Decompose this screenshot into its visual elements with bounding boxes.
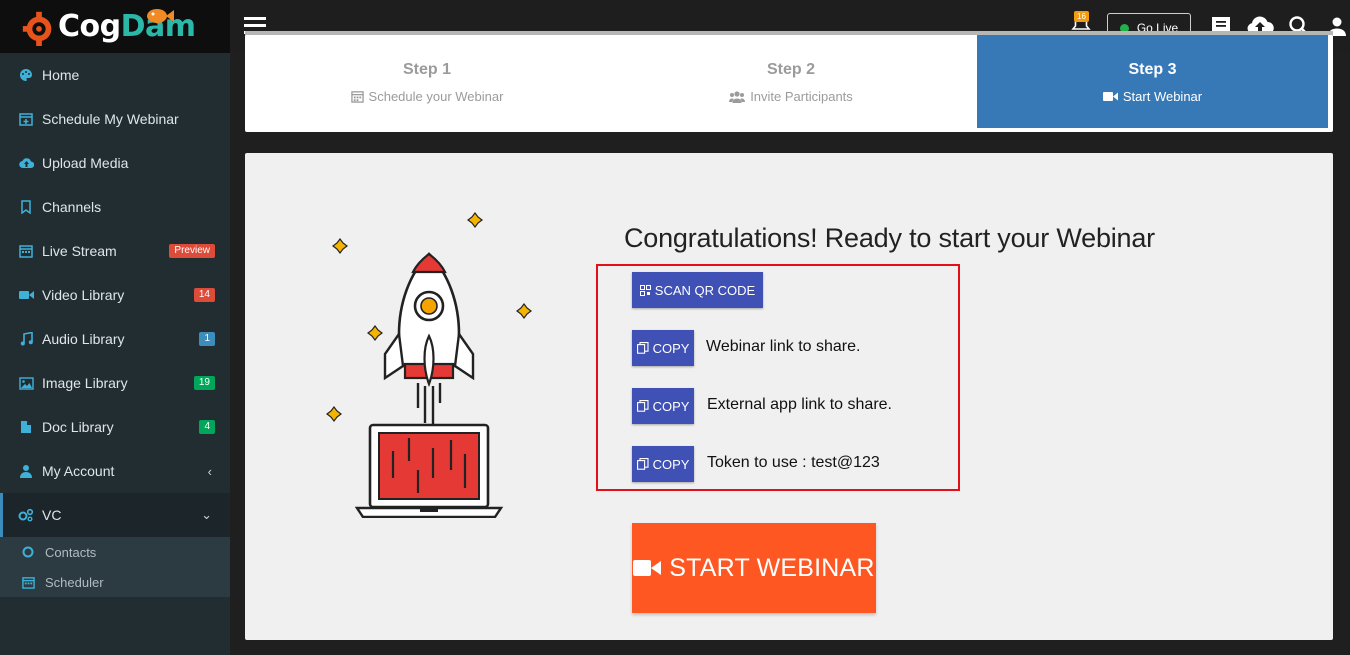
start-webinar-button[interactable]: START WEBINAR [632,523,876,613]
copy-icon [636,342,649,354]
sidebar-item-video-library[interactable]: Video Library 14 [0,273,230,317]
count-badge: 1 [199,332,215,346]
start-webinar-label: START WEBINAR [669,553,875,582]
submenu-label: Contacts [45,544,97,560]
submenu-label: Scheduler [45,574,104,590]
sidebar-item-label: Image Library [42,375,128,391]
chevron-down-icon: ⌄ [201,507,212,522]
sidebar-item-upload-media[interactable]: Upload Media [0,141,230,185]
step-title: Step 2 [766,61,815,78]
user-icon [18,463,34,479]
copy-webinar-link-button[interactable]: COPY [632,330,694,366]
sidebar-item-home[interactable]: Home [0,53,230,97]
step-subtitle-text: Schedule your Webinar [368,89,504,104]
vc-submenu: Contacts Scheduler [0,537,230,597]
users-icon [729,90,746,103]
external-link-text: External app link to share. [707,396,892,413]
sidebar-item-label: Schedule My Webinar [42,111,179,127]
step-1[interactable]: Step 1 Schedule your Webinar [245,35,609,128]
video-camera-icon [1102,91,1118,102]
copy-token-button[interactable]: COPY [632,446,694,482]
sidebar-item-label: Home [42,67,80,83]
video-icon [18,287,34,303]
image-icon [18,375,34,391]
sidebar-item-doc-library[interactable]: Doc Library 4 [0,405,230,449]
logo-icon [22,11,52,46]
calendar-icon [21,575,35,589]
circle-icon [21,545,35,559]
calendar-icon [18,243,34,259]
sidebar-item-label: Audio Library [42,331,125,347]
scan-qr-code-button[interactable]: SCAN QR CODE [632,272,763,308]
notification-badge: 16 [1074,11,1089,22]
scan-qr-label: SCAN QR CODE [654,282,756,298]
sidebar-item-audio-library[interactable]: Audio Library 1 [0,317,230,361]
sidebar-item-label: My Account [42,463,115,479]
sidebar-item-my-account[interactable]: My Account ‹ [0,449,230,493]
sidebar-item-channels[interactable]: Channels [0,185,230,229]
submenu-item-scheduler[interactable]: Scheduler [0,567,230,597]
sidebar-item-vc[interactable]: VC ⌄ [0,493,230,537]
sidebar-item-label: Upload Media [42,155,129,171]
calendar-icon [350,90,364,103]
step-2[interactable]: Step 2 Invite Participants [609,35,973,128]
sidebar-item-image-library[interactable]: Image Library 19 [0,361,230,405]
copy-label: COPY [652,340,690,356]
step-subtitle-text: Start Webinar [1122,89,1203,104]
sidebar-item-label: Live Stream [42,243,117,259]
chevron-left-icon: ‹ [207,463,212,479]
copy-label: COPY [652,398,690,414]
qr-code-icon [639,284,651,296]
sidebar-item-label: Doc Library [42,419,114,435]
fish-icon [147,9,174,23]
calendar-plus-icon [18,111,34,127]
copy-icon [636,400,649,412]
step-subtitle: Schedule your Webinar [245,89,609,104]
copy-label: COPY [652,456,690,472]
count-badge: 19 [193,376,215,390]
cloud-upload-icon [18,155,34,171]
step-subtitle-text: Invite Participants [750,89,853,104]
step-3[interactable]: Step 3 Start Webinar [977,35,1328,128]
congratulations-heading: Congratulations! Ready to start your Web… [624,223,1155,253]
count-badge: 14 [193,288,215,302]
logo[interactable]: CogDam [0,0,230,53]
submenu-item-contacts[interactable]: Contacts [0,537,230,567]
document-icon [18,419,34,435]
preview-badge: Preview [169,244,215,258]
sidebar-item-label: Video Library [42,287,125,303]
music-icon [18,331,34,347]
step-subtitle: Invite Participants [609,89,973,104]
brand-part-cog: Cog [58,9,121,44]
webinar-link-text: Webinar link to share. [706,338,861,355]
sidebar-item-schedule-webinar[interactable]: Schedule My Webinar [0,97,230,141]
step-subtitle: Start Webinar [977,89,1328,104]
sidebar-nav: Home Schedule My Webinar Upload Media Ch… [0,53,230,537]
token-text: Token to use : test@123 [707,454,880,471]
sidebar-item-live-stream[interactable]: Live Stream Preview [0,229,230,273]
webinar-ready-card: Congratulations! Ready to start your Web… [245,153,1333,640]
steps-panel: Step 1 Schedule your Webinar Step 2 Invi… [245,35,1333,132]
brand-name: CogDam [58,9,196,44]
gears-icon [18,507,34,523]
sidebar-item-label: Channels [42,199,102,215]
copy-external-link-button[interactable]: COPY [632,388,694,424]
rocket-launch-illustration [326,212,532,518]
count-badge: 4 [199,420,215,434]
step-title: Step 3 [1128,61,1177,78]
sidebar: CogDam Home Schedule My Webinar Upload M… [0,0,230,655]
step-title: Step 1 [402,61,451,78]
video-camera-icon [633,558,662,578]
palette-icon [18,67,34,83]
bookmark-icon [18,199,34,215]
copy-icon [636,458,649,470]
sidebar-item-label: VC [42,507,62,523]
